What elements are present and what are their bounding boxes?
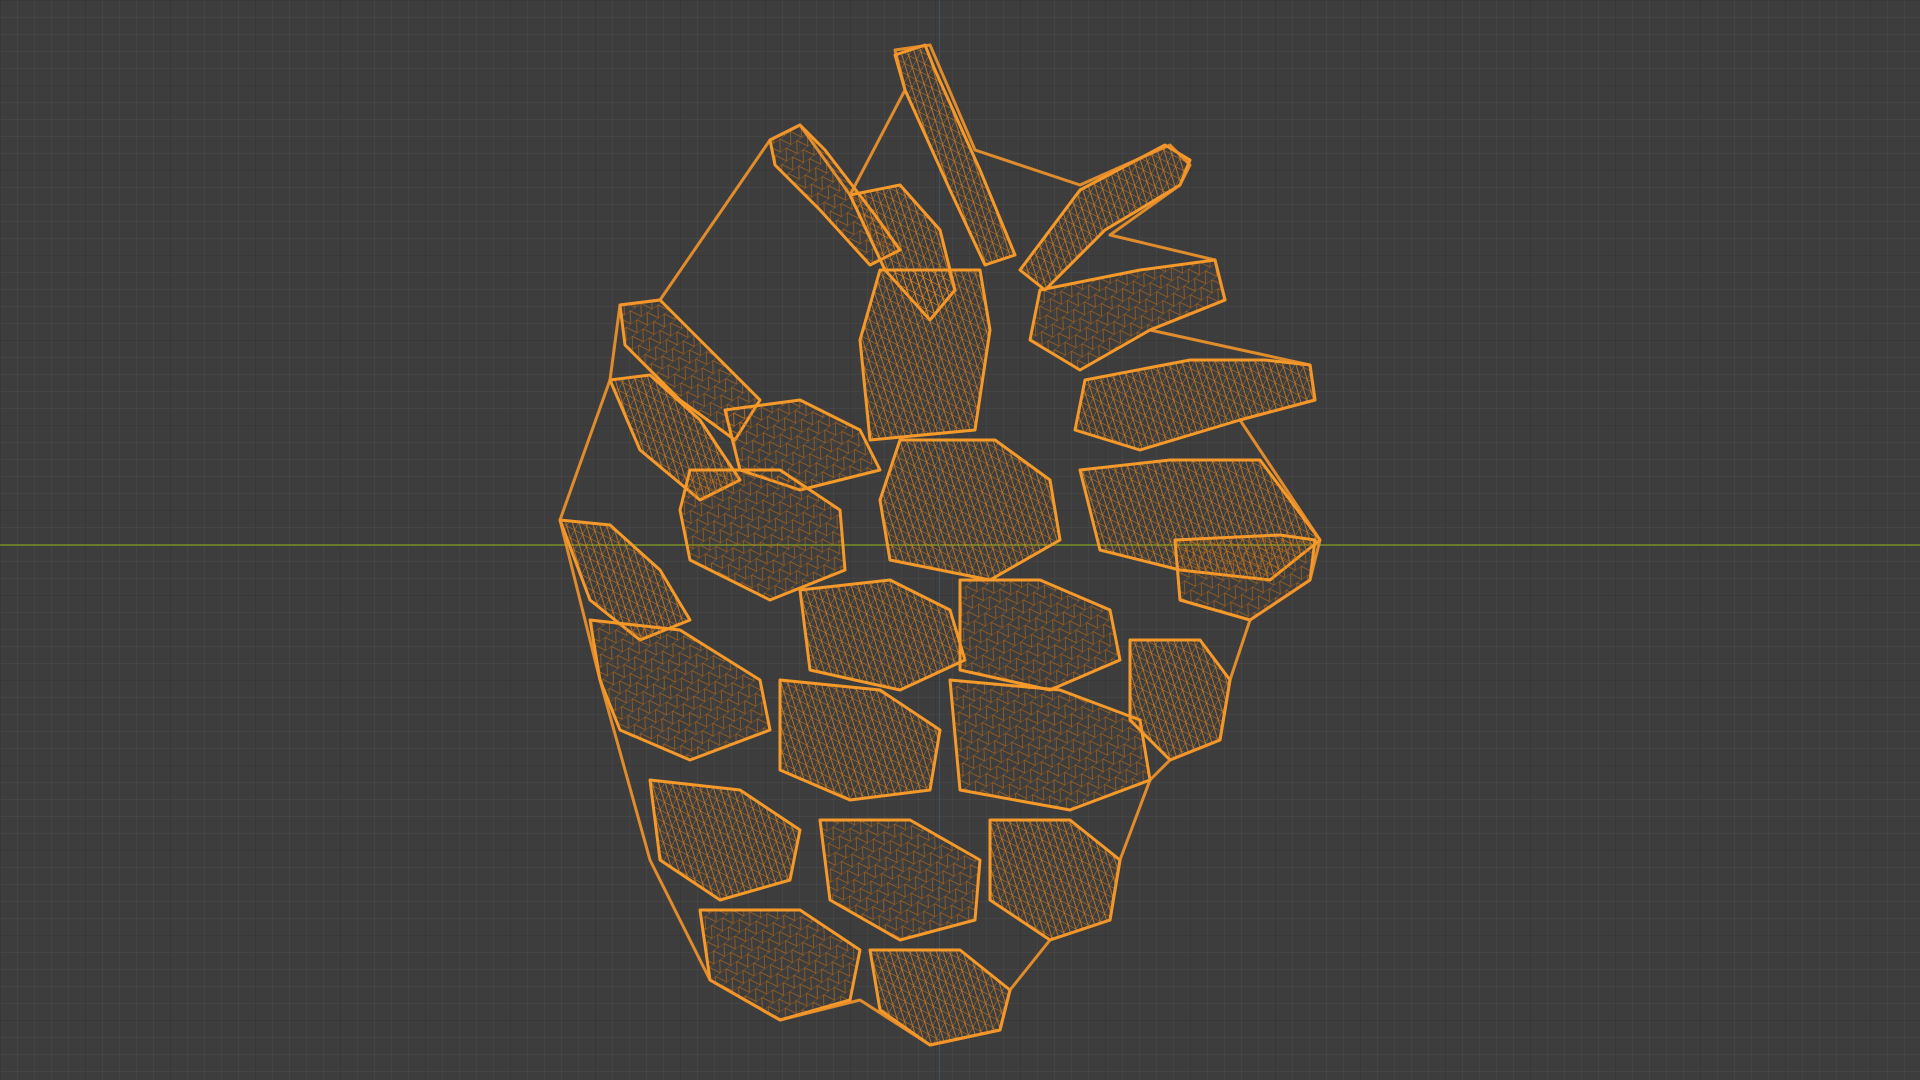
3d-viewport[interactable]: [0, 0, 1920, 1080]
pine-cone-wireframe-mesh[interactable]: [0, 0, 1920, 1080]
pine-cone-scales: [558, 43, 1322, 1047]
